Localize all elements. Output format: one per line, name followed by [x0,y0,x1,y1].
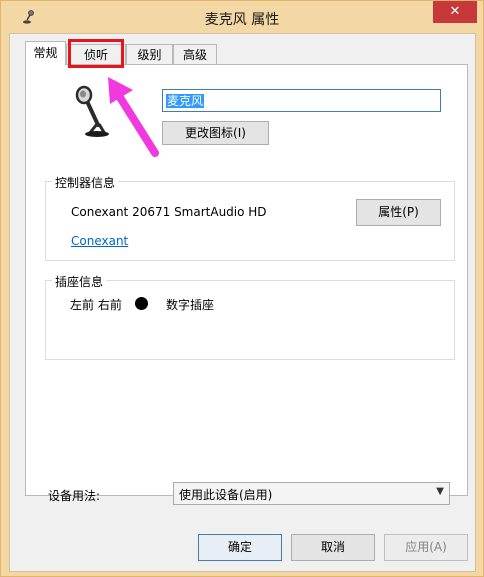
change-icon-button[interactable]: 更改图标(I) [162,121,269,145]
jack-position: 左前 右前 [70,298,122,312]
device-usage-label: 设备用法: [48,489,101,503]
apply-button[interactable]: 应用(A) [384,534,468,561]
dialog-client-area: 常规 侦听 级别 高级 麦克风 更改图标(I) 控制器信息 Conexant 2… [9,33,476,572]
device-name-field[interactable]: 麦克风 [162,89,441,112]
device-usage-select[interactable]: 使用此设备(启用) ▼ [173,482,450,505]
jack-info-group: 插座信息 左前 右前 数字插座 [45,273,455,360]
title-bar: 麦克风 属性 ✕ [1,1,483,33]
properties-window: 麦克风 属性 ✕ 常规 侦听 级别 高级 麦克风 更改图标(I) 控制器信息 C… [0,0,484,577]
tab-advanced[interactable]: 高级 [173,44,217,64]
tab-general[interactable]: 常规 [25,41,66,65]
controller-properties-button[interactable]: 属性(P) [356,199,441,226]
controller-info-group: 控制器信息 Conexant 20671 SmartAudio HD 属性(P)… [45,174,455,261]
ok-button[interactable]: 确定 [198,534,282,561]
vendor-link[interactable]: Conexant [71,234,128,248]
annotation-highlight-box [68,39,124,68]
jack-type: 数字插座 [166,298,215,312]
microphone-icon [75,85,109,137]
controller-info-label: 控制器信息 [52,174,119,191]
jack-info-label: 插座信息 [52,273,107,290]
close-icon: ✕ [449,4,461,19]
general-tab-panel: 麦克风 更改图标(I) 控制器信息 Conexant 20671 SmartAu… [25,64,468,496]
jack-color-dot [135,297,148,310]
controller-name: Conexant 20671 SmartAudio HD [71,205,267,219]
cancel-button[interactable]: 取消 [291,534,375,561]
window-title: 麦克风 属性 [204,12,280,28]
tab-levels[interactable]: 级别 [126,44,173,64]
chevron-down-icon: ▼ [436,486,444,497]
close-button[interactable]: ✕ [433,1,477,23]
